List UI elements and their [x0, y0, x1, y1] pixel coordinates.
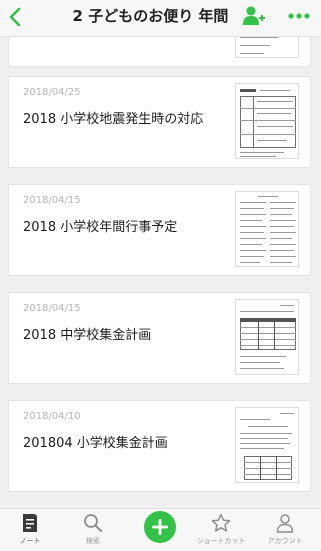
note-title: 2018 中学校集金計画 [23, 328, 152, 343]
search-icon [84, 514, 102, 532]
note-thumbnail [235, 299, 299, 375]
note-list[interactable]: 2018/04/25 2018 小学校地震発生時の対応 2018/04/15 2… [0, 36, 321, 508]
chevron-left-icon [9, 7, 21, 27]
share-button[interactable] [242, 4, 266, 28]
note-card[interactable]: 2018/04/25 2018 小学校地震発生時の対応 [8, 76, 311, 168]
notebook-title: 2 子どものお便り 年間 [72, 7, 229, 25]
note-thumbnail [235, 191, 299, 267]
tab-search[interactable]: 検索 [63, 513, 123, 546]
star-icon [211, 513, 231, 532]
note-thumbnail [235, 83, 299, 159]
more-dots-icon [288, 13, 310, 19]
header-bar: 2 子どものお便り 年間 [0, 0, 321, 37]
note-title: 201804 小学校集金計画 [23, 436, 168, 451]
person-icon [276, 514, 294, 533]
note-card[interactable]: 2018/04/15 2018 小学校年間行事予定 [8, 184, 311, 276]
note-date: 2018/04/25 [23, 87, 81, 98]
note-date: 2018/04/15 [23, 195, 81, 206]
back-button[interactable] [4, 3, 26, 31]
tab-shortcuts[interactable]: ショートカット [191, 513, 251, 546]
note-card[interactable]: 2018/04/15 2018 中学校集金計画 [8, 292, 311, 384]
tab-account[interactable]: アカウント [255, 513, 315, 546]
tab-label: ノート [19, 537, 41, 545]
note-thumbnail [235, 407, 299, 483]
note-title: 2018 小学校年間行事予定 [23, 220, 178, 235]
note-thumbnail [235, 36, 299, 58]
add-user-icon [243, 6, 265, 25]
note-date: 2018/04/10 [23, 411, 81, 422]
more-button[interactable] [288, 8, 310, 22]
tab-label: アカウント [267, 537, 303, 545]
note-card[interactable]: 2018/04/10 201804 小学校集金計画 [8, 400, 311, 492]
note-icon [23, 514, 37, 532]
tab-label: 検索 [86, 537, 100, 545]
note-date: 2018/04/15 [23, 303, 81, 314]
plus-icon [152, 519, 168, 535]
tab-notes[interactable]: ノート [0, 513, 60, 546]
tab-label: ショートカット [196, 537, 246, 545]
note-title: 2018 小学校地震発生時の対応 [23, 112, 204, 127]
new-note-button[interactable] [144, 511, 176, 543]
note-card[interactable] [8, 36, 311, 67]
